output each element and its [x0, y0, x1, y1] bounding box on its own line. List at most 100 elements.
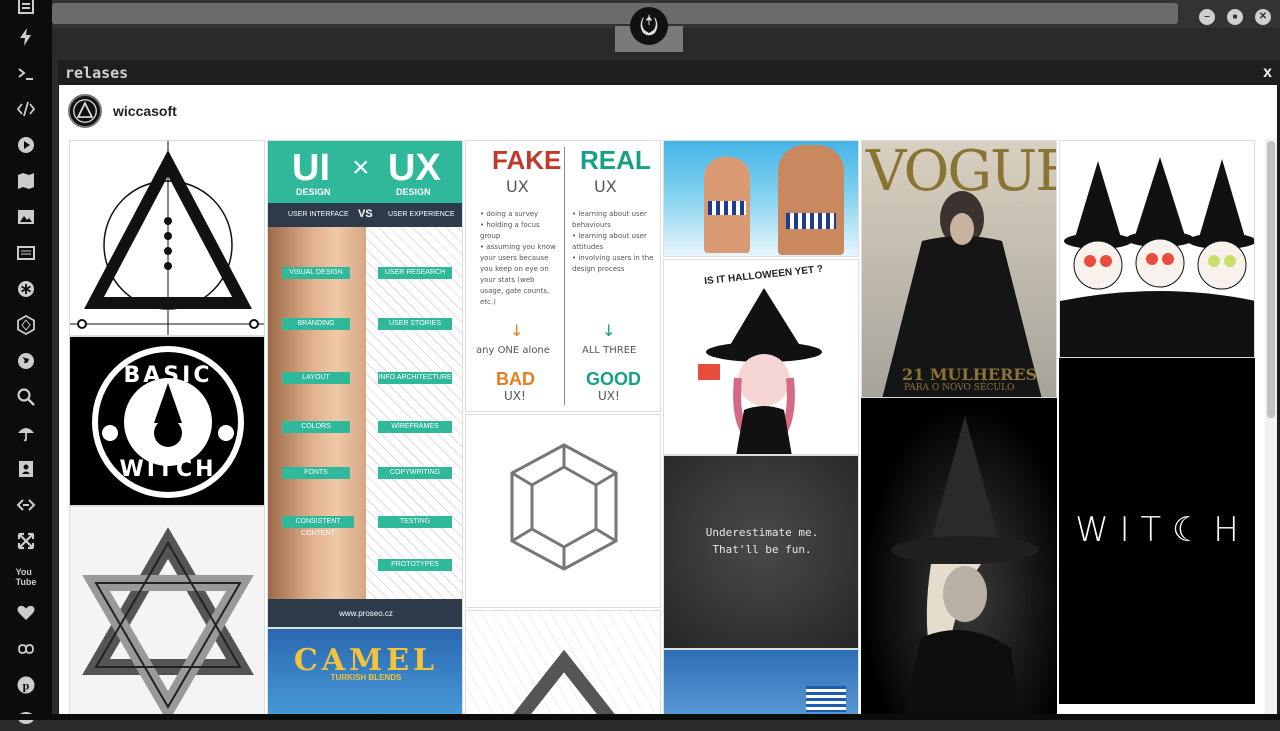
greek-flag [806, 686, 846, 712]
ux-text: UX [388, 147, 441, 189]
swimsuit-left [708, 201, 746, 215]
pin-witch-girls[interactable] [1059, 140, 1255, 358]
tag-layout: LAYOUT [282, 372, 350, 384]
bad-text: BAD [496, 369, 535, 389]
arrow-down-orange-icon: ↓ [510, 321, 524, 340]
good-ux-text: UX! [598, 389, 620, 403]
panel-close-button[interactable]: x [1263, 64, 1272, 82]
pin-witch-text[interactable]: W I T ☾ H [1059, 358, 1255, 704]
uiux-subheader: USER INTERFACE VS USER EXPERIENCE [268, 203, 462, 227]
board-content: wiccasoft BASIC WITCH UI × UX DESIGN DES… [59, 85, 1277, 714]
any-one-text: any ONE alone [476, 345, 550, 356]
fake-list: • doing a survey • holding a focus group… [480, 209, 560, 308]
profile[interactable]: wiccasoft [68, 94, 177, 128]
bottom-strip [0, 714, 1280, 720]
pin-greek-flag-photo[interactable] [663, 649, 859, 714]
play-icon[interactable] [14, 133, 38, 157]
bad-ux-text: UX! [504, 389, 526, 403]
panel-header: relases [58, 60, 1280, 85]
witch-wordmark: W I T ☾ H [1075, 510, 1239, 550]
person-right [778, 145, 844, 255]
pin-camel-ad[interactable]: CAMEL TURKISH BLENDS [267, 628, 463, 714]
vogue-cover-line: 21 MULHERES [902, 365, 1038, 384]
pin-witch-portrait[interactable] [861, 398, 1057, 714]
youtube-icon[interactable]: You Tube [14, 565, 38, 589]
tag-fonts: FONTS [282, 467, 350, 479]
pin-impossible-triangle[interactable] [465, 610, 661, 714]
pin-basic-witch[interactable]: BASIC WITCH [69, 336, 265, 506]
tag-visual-design: VISUAL DESIGN [282, 267, 350, 279]
fake-ux-text: UX [506, 177, 529, 196]
vs-text: VS [358, 208, 373, 220]
tag-copywriting: COPYWRITING [378, 467, 452, 479]
globe-icon[interactable] [14, 349, 38, 373]
ui-design-text: DESIGN [296, 187, 331, 197]
divider-line [564, 147, 565, 405]
ui-sub-text: USER INTERFACE [288, 211, 349, 218]
basic-text: BASIC [123, 363, 213, 388]
pin-geometric-triangle[interactable] [69, 140, 265, 336]
search-icon[interactable] [14, 385, 38, 409]
pin-vogue-cover[interactable]: VOGUE 21 MULHERES PARA O NOVO SÉCULO [861, 140, 1057, 398]
heart-icon[interactable] [14, 601, 38, 625]
contacts-icon[interactable] [14, 457, 38, 481]
infinity-icon[interactable] [14, 637, 38, 661]
all-three-text: ALL THREE [582, 345, 637, 356]
uiux-footer: www.proseo.cz [268, 599, 462, 627]
panel-title: relases [65, 63, 129, 82]
asterisk-icon[interactable] [14, 277, 38, 301]
umbrella-icon[interactable] [14, 421, 38, 445]
tag-info-architecture: INFO ARCHITECTURE [378, 372, 452, 384]
x-text: × [352, 151, 370, 184]
lightning-icon[interactable] [14, 25, 38, 49]
quote-line-1: Underestimate me. [705, 526, 819, 539]
rebel-alliance-icon[interactable] [630, 7, 668, 45]
fake-item-stats: • assuming you know your users because y… [480, 243, 556, 306]
sidebar: You Tube p [0, 0, 52, 724]
tag-wireframes: WIREFRAMES [378, 421, 452, 433]
pin-impossible-star[interactable] [69, 506, 265, 714]
pin-ui-ux[interactable]: UI × UX DESIGN DESIGN USER INTERFACE VS … [267, 140, 463, 628]
terminal-icon[interactable] [14, 62, 38, 86]
image-icon[interactable] [14, 205, 38, 229]
pin-impossible-cube[interactable] [465, 414, 661, 608]
camel-sub: TURKISH BLENDS [330, 673, 402, 682]
tag-testing: TESTING [378, 516, 452, 528]
vogue-cover-sub: PARA O NOVO SÉCULO [904, 383, 1015, 393]
real-item-involving: • involving users in the design process [572, 254, 654, 273]
tag-colors: COLORS [282, 421, 350, 433]
pin-fake-real-ux[interactable]: FAKE REAL UX UX • doing a survey • holdi… [465, 140, 661, 412]
tag-consistent-content: CONSISTENT CONTENT [282, 516, 354, 537]
wireframe-face [366, 227, 462, 599]
fake-item-survey: • doing a survey [480, 210, 539, 218]
swimsuit-right [786, 213, 836, 229]
arrow-down-teal-icon: ↓ [602, 321, 616, 340]
witch-text: WITCH [119, 457, 217, 482]
maximize-button[interactable]: ■ [1227, 9, 1243, 25]
hexagon-icon[interactable] [14, 313, 38, 337]
ux-sub-text: USER EXPERIENCE [388, 211, 455, 218]
minimize-button[interactable]: – [1199, 9, 1215, 25]
expand-icon[interactable] [14, 529, 38, 553]
address-field[interactable] [52, 3, 1178, 24]
link-icon[interactable] [14, 493, 38, 517]
real-list: • learning about user behaviours • learn… [572, 209, 658, 275]
profile-name[interactable]: wiccasoft [113, 103, 177, 119]
menu-icon[interactable] [14, 0, 38, 18]
news-icon[interactable] [14, 241, 38, 265]
quote-line-2: That'll be fun. [712, 543, 812, 556]
tag-user-stories: USER STORIES [378, 318, 452, 330]
real-item-attitudes: • learning about user attitudes [572, 232, 647, 251]
pinterest-icon[interactable]: p [14, 673, 38, 697]
pin-underestimate-quote[interactable]: Underestimate me. That'll be fun. [663, 455, 859, 649]
releases-panel: relases x wiccasoft BASIC WITCH UI × UX … [58, 60, 1280, 720]
window-close-button[interactable]: ✕ [1255, 9, 1271, 25]
avatar[interactable] [68, 94, 102, 128]
pin-halloween-witch[interactable]: IS IT HALLOWEEN YET ? [663, 259, 859, 455]
tag-branding: BRANDING [282, 318, 350, 330]
map-icon[interactable] [14, 169, 38, 193]
svg-text:p: p [23, 679, 30, 693]
code-icon[interactable] [14, 97, 38, 121]
scrollbar-thumb[interactable] [1267, 141, 1275, 418]
pin-beach-photo[interactable] [663, 140, 859, 257]
